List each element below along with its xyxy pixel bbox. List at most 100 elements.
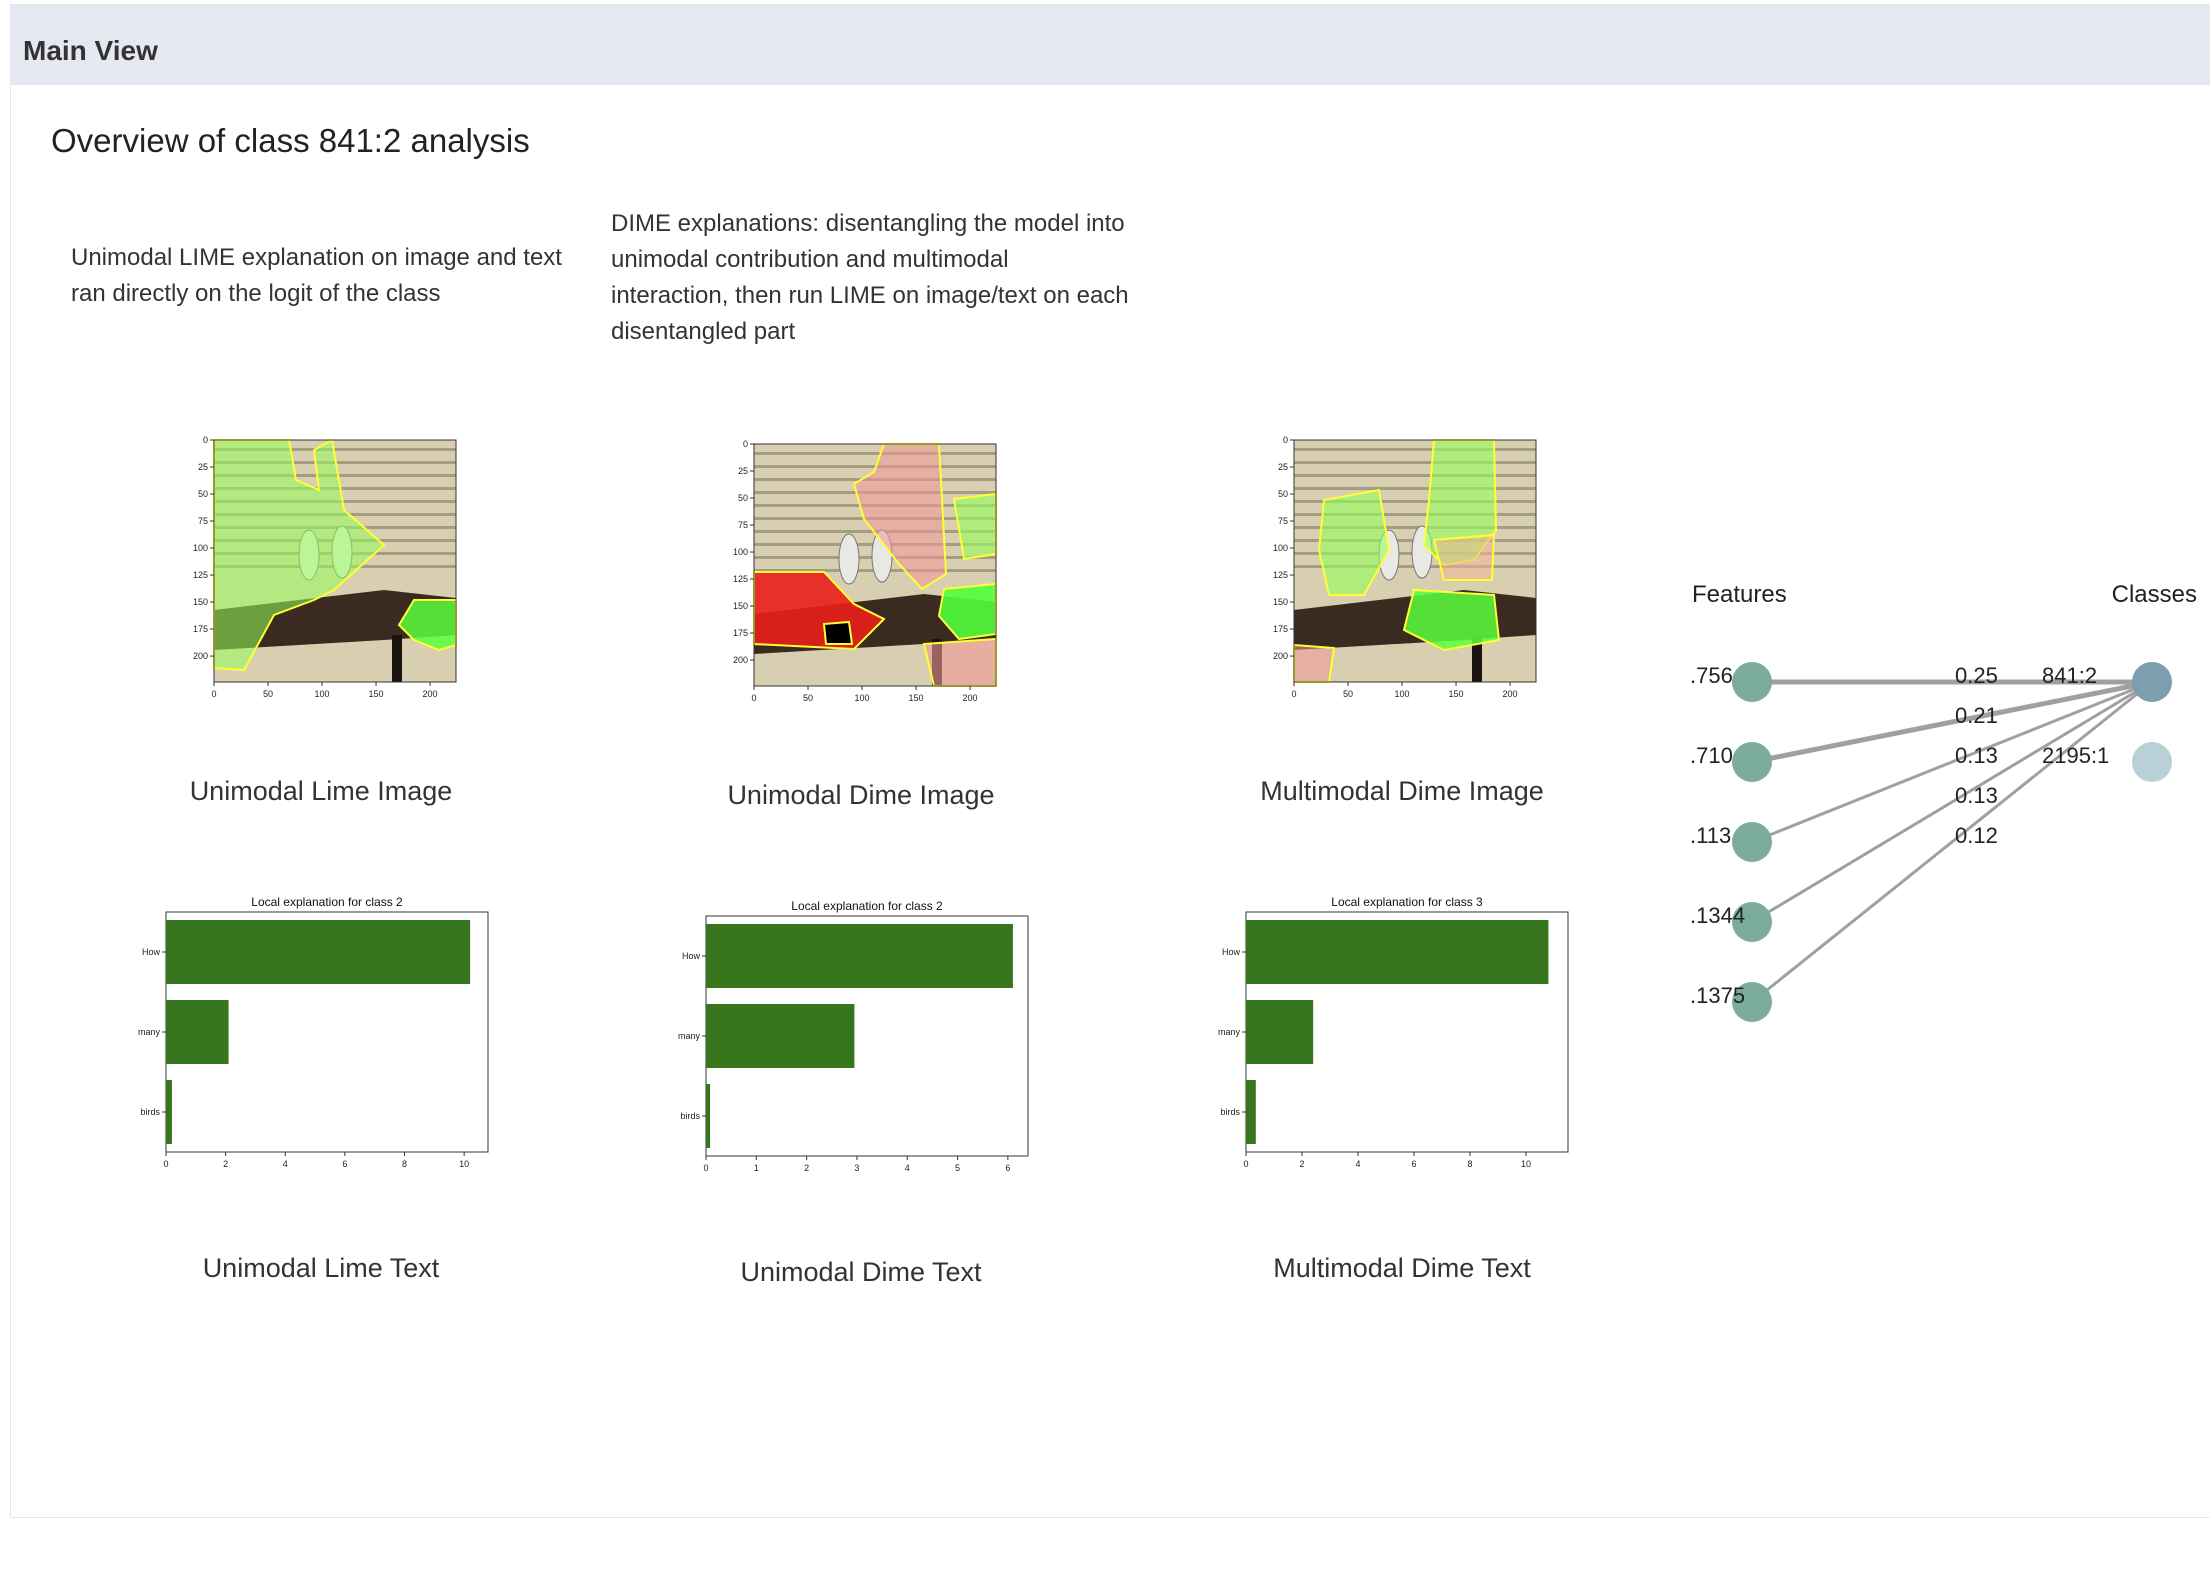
- feature-label: .1375: [1690, 983, 1745, 1008]
- y-tick-label: 50: [198, 489, 208, 499]
- feature-label: .710: [1690, 743, 1733, 768]
- heatmap-plot-area: 0 25 50 75 100 125 150 175 200 0 50 100 150 200: [1273, 435, 1537, 699]
- x-tick-label: 4: [283, 1159, 288, 1169]
- x-tick-label: 50: [803, 693, 813, 703]
- category-label: many: [678, 1031, 701, 1041]
- edge-weight-label: 0.25: [1955, 663, 1998, 688]
- category-label: many: [1218, 1027, 1241, 1037]
- y-tick-label: 125: [733, 574, 748, 584]
- y-tick-label: 100: [193, 543, 208, 553]
- bar-birds: [706, 1084, 711, 1148]
- heatmap-plot-area: 0 25 50 75 100 125 150 175 200 0 50 100 150 200: [193, 435, 457, 699]
- x-tick-label: 150: [1449, 689, 1464, 699]
- y-tick-label: 0: [743, 439, 748, 449]
- dime-description: DIME explanations: disentangling the mod…: [611, 210, 1129, 345]
- y-tick-label: 200: [1273, 651, 1288, 661]
- x-tick-label: 0: [1243, 1159, 1248, 1169]
- category-label: birds: [680, 1111, 700, 1121]
- x-tick-label: 4: [905, 1163, 910, 1173]
- x-tick-label: 6: [1411, 1159, 1416, 1169]
- x-tick-label: 200: [423, 689, 438, 699]
- main-view-header: Main View: [11, 5, 2210, 85]
- y-tick-label: 125: [1273, 570, 1288, 580]
- y-tick-label: 125: [193, 570, 208, 580]
- explanation-segment: [822, 620, 854, 645]
- classes-header: Classes: [2112, 581, 2197, 608]
- category-label: many: [138, 1027, 161, 1037]
- water-ripple: [1294, 487, 1536, 490]
- x-tick-label: 6: [1005, 1163, 1010, 1173]
- bar-birds: [1246, 1080, 1256, 1144]
- explanation-segment: [922, 637, 997, 687]
- edge-weight-label: 0.12: [1955, 823, 1998, 848]
- class-node: [2132, 662, 2172, 702]
- feature-node: [1732, 822, 1772, 862]
- heatmap-plot-area: 0 25 50 75 100 125 150 175 200 0 50 100 150 200: [733, 439, 997, 703]
- chart-title: Local explanation for class 3: [1331, 895, 1483, 909]
- explanation-segment: [1293, 643, 1336, 683]
- image-caption-multimodal-dime: Multimodal Dime Image: [1260, 776, 1544, 806]
- y-tick-label: 0: [203, 435, 208, 445]
- y-tick-label: 50: [1278, 489, 1288, 499]
- y-tick-label: 175: [733, 628, 748, 638]
- text-caption-unimodal-dime: Unimodal Dime Text: [740, 1257, 982, 1287]
- y-tick-label: 25: [738, 466, 748, 476]
- x-tick-label: 4: [1355, 1159, 1360, 1169]
- x-tick-label: 10: [459, 1159, 469, 1169]
- feature-label: .756: [1690, 663, 1733, 688]
- feature-class-network: Features Classes .756 .710 .113 .1344 .1375 0.2…: [1690, 581, 2197, 1022]
- y-tick-label: 75: [198, 516, 208, 526]
- unimodal-dime-text-chart: Local explanation for class 2 How many bird…: [678, 899, 1029, 1173]
- y-tick-label: 150: [733, 601, 748, 611]
- explanation-segment: [1432, 533, 1496, 581]
- page-title: Overview of class 841:2 analysis: [51, 122, 530, 159]
- y-tick-label: 175: [193, 624, 208, 634]
- features-header: Features: [1692, 581, 1787, 608]
- bar-many: [166, 1000, 229, 1064]
- x-tick-label: 0: [703, 1163, 708, 1173]
- bar-how: [1246, 920, 1549, 984]
- y-tick-label: 200: [733, 655, 748, 665]
- water-ripple: [1294, 461, 1536, 464]
- edge-weight-label: 0.13: [1955, 783, 1998, 808]
- pier-post: [392, 635, 402, 682]
- x-tick-label: 50: [263, 689, 273, 699]
- x-tick-label: 2: [1299, 1159, 1304, 1169]
- text-caption-unimodal-lime: Unimodal Lime Text: [202, 1253, 440, 1283]
- x-tick-label: 1: [754, 1163, 759, 1173]
- bird-shape: [838, 533, 860, 585]
- bar-many: [1246, 1000, 1314, 1064]
- category-label: birds: [1220, 1107, 1240, 1117]
- water-ripple: [1294, 474, 1536, 477]
- bar-how: [706, 924, 1013, 988]
- bar-birds: [166, 1080, 172, 1144]
- x-tick-label: 100: [315, 689, 330, 699]
- unimodal-lime-text-chart: Local explanation for class 2 How many bird…: [138, 895, 489, 1169]
- y-tick-label: 0: [1283, 435, 1288, 445]
- x-tick-label: 0: [1291, 689, 1296, 699]
- chart-title: Local explanation for class 2: [251, 895, 403, 909]
- chart-title: Local explanation for class 2: [791, 899, 943, 913]
- y-tick-label: 50: [738, 493, 748, 503]
- y-tick-label: 75: [738, 520, 748, 530]
- category-label: How: [682, 951, 701, 961]
- x-tick-label: 6: [342, 1159, 347, 1169]
- y-tick-label: 25: [1278, 462, 1288, 472]
- image-caption-unimodal-lime: Unimodal Lime Image: [189, 776, 453, 806]
- unimodal-lime-image: 0 25 50 75 100 125 150 175 200 0 50 100 150 200: [193, 435, 457, 699]
- x-tick-label: 100: [855, 693, 870, 703]
- x-tick-label: 5: [955, 1163, 960, 1173]
- x-tick-label: 10: [1521, 1159, 1531, 1169]
- x-tick-label: 0: [211, 689, 216, 699]
- category-label: birds: [140, 1107, 160, 1117]
- feature-label: .113: [1690, 823, 1731, 848]
- feature-node: [1732, 662, 1772, 702]
- multimodal-dime-text-chart: Local explanation for class 3 How many bird…: [1218, 895, 1569, 1169]
- water-ripple: [754, 452, 996, 455]
- x-tick-label: 150: [369, 689, 384, 699]
- x-tick-label: 2: [804, 1163, 809, 1173]
- image-caption-unimodal-dime: Unimodal Dime Image: [727, 780, 995, 810]
- feature-node: [1732, 742, 1772, 782]
- y-tick-label: 75: [1278, 516, 1288, 526]
- y-tick-label: 25: [198, 462, 208, 472]
